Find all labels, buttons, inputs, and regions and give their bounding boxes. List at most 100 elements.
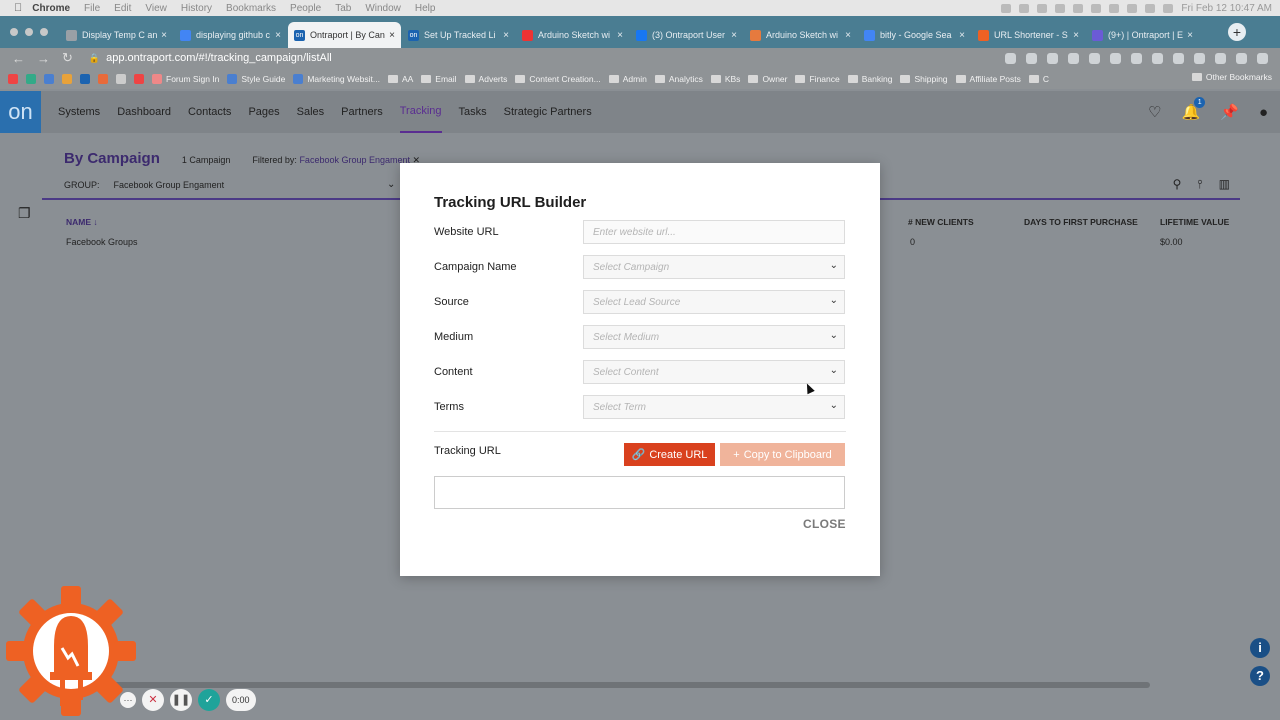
nav-tasks[interactable]: Tasks [459, 91, 487, 133]
extension-icon[interactable] [1173, 52, 1184, 64]
menu-history[interactable]: History [181, 3, 212, 14]
close-tab-icon[interactable]: × [959, 30, 965, 41]
settings-icon[interactable] [1037, 3, 1048, 13]
nav-systems[interactable]: Systems [58, 91, 100, 133]
filter-value[interactable]: Facebook Group Engament [299, 155, 410, 165]
chevron-down-icon[interactable]: ⌄ [387, 179, 395, 190]
website-url-input[interactable]: Enter website url... [583, 220, 845, 244]
bookmark-folder[interactable]: Owner [748, 74, 787, 84]
browser-tab[interactable]: Arduino Sketch wi × [744, 22, 857, 48]
menu-people[interactable]: People [290, 3, 321, 14]
column-header-lifetime-value[interactable]: LIFETIME VALUE [1160, 217, 1229, 227]
profile-avatar[interactable] [1236, 52, 1247, 64]
close-tab-icon[interactable]: × [617, 30, 623, 41]
close-tab-icon[interactable]: × [389, 30, 395, 41]
battery-icon[interactable] [1073, 3, 1084, 13]
more-icon[interactable]: ⋯ [120, 692, 136, 708]
medium-select[interactable]: Select Medium ⌄ [583, 325, 845, 349]
bluetooth-icon[interactable] [1109, 3, 1120, 13]
bookmark-icon[interactable] [116, 73, 126, 84]
bookmark-ontraport-icon[interactable] [80, 73, 90, 84]
bookmark-folder[interactable]: Finance [795, 74, 840, 84]
close-tab-icon[interactable]: × [1073, 30, 1079, 41]
clock-icon[interactable] [1091, 3, 1102, 13]
menu-window[interactable]: Window [365, 3, 401, 14]
mic-icon[interactable] [1001, 3, 1012, 13]
copy-icon[interactable]: ❐ [18, 205, 36, 223]
close-tab-icon[interactable]: × [731, 30, 737, 41]
bookmark-item[interactable]: Forum Sign In [152, 73, 219, 84]
tracking-url-output[interactable] [434, 476, 845, 509]
menu-tab[interactable]: Tab [335, 3, 351, 14]
reading-list-icon[interactable] [1215, 52, 1226, 64]
search-icon[interactable] [1145, 3, 1156, 13]
nav-pages[interactable]: Pages [248, 91, 279, 133]
bookmark-item[interactable]: Marketing Websit... [293, 73, 380, 84]
nav-sales[interactable]: Sales [297, 91, 325, 133]
bookmark-icon[interactable] [134, 73, 144, 84]
pin-icon[interactable]: ⫯ [1197, 177, 1202, 192]
minimize-window-button[interactable] [25, 28, 33, 36]
bookmark-folder[interactable]: KBs [710, 74, 740, 84]
bookmark-folder[interactable]: AA [387, 74, 413, 84]
pause-icon[interactable]: ❚❚ [170, 689, 192, 711]
forward-icon[interactable]: → [37, 51, 50, 66]
menu-bookmarks[interactable]: Bookmarks [226, 3, 276, 14]
nav-tracking[interactable]: Tracking [399, 91, 442, 133]
table-row-name[interactable]: Facebook Groups [66, 237, 138, 247]
column-header-name[interactable]: NAME ↓ [66, 217, 98, 227]
puzzle-icon[interactable] [1194, 52, 1205, 64]
control-center-icon[interactable] [1163, 3, 1174, 13]
bell-icon[interactable]: 🔔 1 [1182, 97, 1206, 121]
wifi-icon[interactable] [1127, 3, 1138, 13]
bookmark-folder[interactable]: Shipping [900, 74, 948, 84]
other-bookmarks[interactable]: Other Bookmarks [1191, 72, 1272, 82]
nav-dashboard[interactable]: Dashboard [117, 91, 171, 133]
column-header-days-to-purchase[interactable]: DAYS TO FIRST PURCHASE [1024, 217, 1138, 227]
search-icon[interactable]: ⚲ [1173, 177, 1182, 192]
extension-icon[interactable] [1110, 52, 1121, 64]
copy-to-clipboard-button[interactable]: + Copy to Clipboard [720, 443, 845, 466]
reload-icon[interactable]: ↻ [62, 50, 73, 66]
discard-icon[interactable]: ✕ [142, 689, 164, 711]
bookmark-drive-icon[interactable] [26, 73, 36, 84]
extension-icon[interactable] [1089, 52, 1100, 64]
account-icon[interactable]: ● [1259, 104, 1268, 121]
menu-view[interactable]: View [145, 3, 167, 14]
more-icon[interactable] [1257, 52, 1268, 64]
nav-strategic-partners[interactable]: Strategic Partners [504, 91, 592, 133]
menu-file[interactable]: File [84, 3, 100, 14]
app-name[interactable]: Chrome [32, 3, 70, 14]
content-select[interactable]: Select Content ⌄ [583, 360, 845, 384]
maximize-window-button[interactable] [40, 28, 48, 36]
close-tab-icon[interactable]: × [503, 30, 509, 41]
close-window-button[interactable] [10, 28, 18, 36]
bookmark-folder[interactable]: Admin [608, 74, 647, 84]
bookmark-folder[interactable]: Adverts [464, 74, 507, 84]
bookmark-folder[interactable]: Content Creation... [515, 74, 601, 84]
column-header-new-clients[interactable]: # NEW CLIENTS [908, 217, 974, 227]
bookmark-folder[interactable]: Analytics [654, 74, 703, 84]
bookmark-icon[interactable] [44, 73, 54, 84]
browser-tab[interactable]: displaying github c × [174, 22, 287, 48]
finish-icon[interactable]: ✓ [198, 689, 220, 711]
close-tab-icon[interactable]: × [161, 30, 167, 41]
bookmark-folder[interactable]: Banking [847, 74, 892, 84]
clock[interactable]: Fri Feb 12 10:47 AM [1181, 3, 1272, 14]
browser-tab[interactable]: Arduino Sketch wi × [516, 22, 629, 48]
bookmark-item[interactable]: Style Guide [227, 73, 285, 84]
new-tab-button[interactable]: + [1228, 23, 1246, 41]
browser-tab[interactable]: Display Temp C an × [60, 22, 173, 48]
pin-icon[interactable]: 📌 [1220, 103, 1239, 121]
extension-icon[interactable] [1068, 52, 1079, 64]
status-icon[interactable] [1019, 3, 1030, 13]
browser-tab[interactable]: on Set Up Tracked Li × [402, 22, 515, 48]
bookmark-icon[interactable] [62, 73, 72, 84]
ontraport-logo[interactable]: on [0, 91, 41, 133]
back-icon[interactable]: ← [12, 51, 25, 66]
bookmark-folder[interactable]: Email [421, 74, 457, 84]
close-tab-icon[interactable]: × [1187, 30, 1193, 41]
horizontal-scrollbar[interactable] [42, 682, 1150, 688]
extension-icon[interactable] [1131, 52, 1142, 64]
columns-icon[interactable]: ▥ [1219, 177, 1230, 192]
